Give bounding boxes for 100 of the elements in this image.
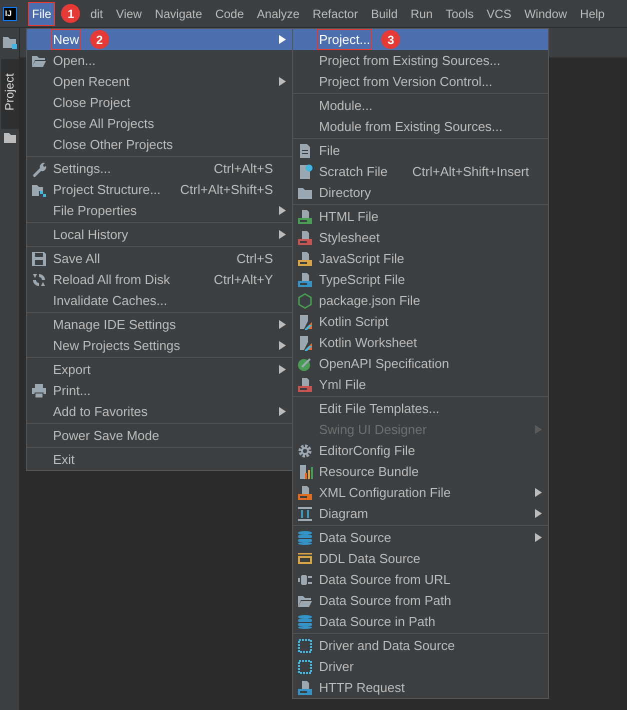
menu-bar-item[interactable]: Code: [212, 2, 247, 24]
submenu-arrow-icon: [279, 77, 286, 86]
database-icon: [297, 530, 313, 546]
shortcut-label: Ctrl+Alt+S: [214, 160, 273, 178]
openapi-icon: [297, 356, 313, 372]
menu-item[interactable]: Project from Version Control...: [293, 71, 548, 92]
menu-item[interactable]: Directory: [293, 182, 548, 203]
shortcut-label: Ctrl+S: [236, 250, 273, 268]
menu-bar-item[interactable]: Help: [577, 2, 608, 24]
menu-bar-item[interactable]: Window: [521, 2, 570, 24]
menu-item[interactable]: Exit: [27, 449, 292, 470]
menu-item[interactable]: HTTP Request: [293, 677, 548, 698]
menu-item[interactable]: Yml File: [293, 374, 548, 395]
submenu-arrow-icon: [279, 35, 286, 44]
menu-item[interactable]: JavaScript File: [293, 248, 548, 269]
menu-item[interactable]: Reload All from Disk Ctrl+Alt+Y: [27, 269, 292, 290]
menu-bar-item[interactable]: Analyze: [254, 2, 303, 24]
menu-item[interactable]: Driver: [293, 656, 548, 677]
submenu-arrow-icon: [279, 341, 286, 350]
database-icon: [297, 614, 313, 630]
menu-item[interactable]: Diagram: [293, 503, 548, 524]
gear-icon: [297, 442, 313, 458]
menu-item[interactable]: Project... 3: [293, 29, 548, 50]
submenu-arrow-icon: [279, 206, 286, 215]
menu-item[interactable]: Stylesheet: [293, 227, 548, 248]
shortcut-label: Ctrl+Alt+Shift+S: [180, 180, 273, 199]
menu-item[interactable]: New 2: [27, 29, 292, 50]
file-type-icon: [297, 376, 313, 392]
menu-item[interactable]: Kotlin Script: [293, 311, 548, 332]
file-icon: [297, 142, 313, 158]
menu-item[interactable]: New Projects Settings: [27, 335, 292, 356]
menu-item[interactable]: Add to Favorites: [27, 401, 292, 422]
menu-item[interactable]: Module...: [293, 95, 548, 116]
menu-item[interactable]: Close All Projects: [27, 113, 292, 134]
menu-item[interactable]: Print...: [27, 380, 292, 401]
menu-item[interactable]: Local History: [27, 224, 292, 245]
menu-item[interactable]: Project from Existing Sources...: [293, 50, 548, 71]
kotlin-file-icon: [297, 314, 313, 330]
menu-bar-item[interactable]: dit: [87, 2, 106, 24]
menu-item[interactable]: Close Project: [27, 92, 292, 113]
menu-bar-item[interactable]: Navigate: [152, 2, 206, 24]
submenu-arrow-icon: [535, 533, 542, 542]
menu-item[interactable]: Power Save Mode: [27, 425, 292, 446]
menu-item[interactable]: Kotlin Worksheet: [293, 332, 548, 353]
menu-bar-item[interactable]: Tools: [442, 2, 477, 24]
submenu-arrow-icon: [535, 488, 542, 497]
bar-chart-file-icon: [297, 464, 313, 480]
driver-icon: [297, 638, 313, 654]
menu-item[interactable]: TypeScript File: [293, 269, 548, 290]
menu-item[interactable]: Invalidate Caches...: [27, 290, 292, 311]
menu-item[interactable]: Manage IDE Settings: [27, 314, 292, 335]
menu-item[interactable]: package.json File: [293, 290, 548, 311]
submenu-arrow-icon: [279, 365, 286, 374]
submenu-arrow-icon: [279, 230, 286, 239]
menu-bar-item[interactable]: VCS: [484, 2, 514, 24]
scratch-file-icon: [297, 164, 313, 180]
menu-item[interactable]: Data Source from Path: [293, 590, 548, 611]
menu-item[interactable]: Resource Bundle: [293, 461, 548, 482]
file-type-icon: [297, 680, 313, 696]
menu-item[interactable]: Settings... Ctrl+Alt+S: [27, 158, 292, 179]
submenu-arrow-icon: [279, 407, 286, 416]
menu-item[interactable]: Close Other Projects: [27, 134, 292, 155]
menu-bar-item[interactable]: Refactor: [310, 2, 361, 24]
menu-bar-item[interactable]: Run: [408, 2, 436, 24]
menu-item[interactable]: Data Source in Path: [293, 611, 548, 632]
folder-icon[interactable]: [2, 36, 16, 49]
menu-item[interactable]: Export: [27, 359, 292, 380]
menu-item[interactable]: Data Source: [293, 527, 548, 548]
menu-item[interactable]: Scratch File Ctrl+Alt+Shift+Insert: [293, 161, 548, 182]
menu-item[interactable]: Driver and Data Source: [293, 635, 548, 656]
menu-item[interactable]: XML Configuration File: [293, 482, 548, 503]
step-badge: 1: [61, 4, 80, 23]
refresh-icon: [31, 272, 47, 288]
menu-item[interactable]: OpenAPI Specification: [293, 353, 548, 374]
file-type-icon: [297, 272, 313, 288]
menu-item[interactable]: Project Structure... Ctrl+Alt+Shift+S: [27, 179, 292, 200]
app-logo: IJ: [3, 6, 17, 20]
menu-bar-item[interactable]: File: [29, 2, 54, 24]
menu-bar-item[interactable]: View: [113, 2, 145, 24]
menu-item[interactable]: Save All Ctrl+S: [27, 248, 292, 269]
diagram-icon: [297, 506, 313, 522]
driver-icon: [297, 658, 313, 674]
menu-item[interactable]: File: [293, 140, 548, 161]
menu-item[interactable]: Data Source from URL: [293, 569, 548, 590]
file-type-icon: [297, 230, 313, 246]
menu-item[interactable]: File Properties: [27, 200, 292, 221]
menu-bar-item[interactable]: Build: [368, 2, 401, 24]
wrench-icon: [31, 160, 47, 176]
menu-item[interactable]: Open...: [27, 50, 292, 71]
menu-item[interactable]: Module from Existing Sources...: [293, 116, 548, 137]
menu-item[interactable]: HTML File: [293, 206, 548, 227]
menu-item[interactable]: DDL Data Source: [293, 548, 548, 569]
menu-item[interactable]: EditorConfig File: [293, 440, 548, 461]
shortcut-label: Ctrl+Alt+Shift+Insert: [412, 162, 529, 181]
menu-item[interactable]: Open Recent: [27, 71, 292, 92]
menu-item[interactable]: Edit File Templates...: [293, 398, 548, 419]
ddl-icon: [297, 550, 313, 566]
step-badge: 2: [90, 30, 110, 49]
project-tab[interactable]: Project: [0, 59, 18, 129]
printer-icon: [31, 382, 47, 398]
